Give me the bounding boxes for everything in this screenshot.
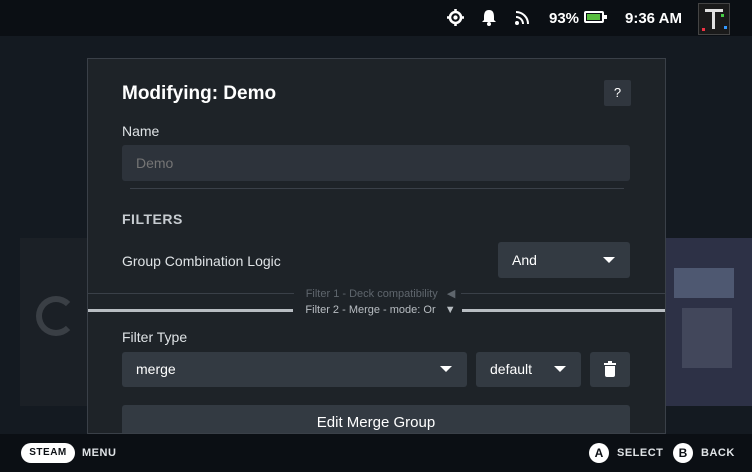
expanded-arrow-icon: ▼ — [444, 304, 456, 316]
group-logic-value: And — [512, 252, 537, 268]
steam-button[interactable]: STEAM — [21, 443, 75, 463]
clock: 9:36 AM — [625, 10, 682, 27]
delete-filter-button[interactable] — [590, 352, 630, 387]
filter-type-label: Filter Type — [122, 329, 188, 345]
menu-label: MENU — [82, 447, 117, 459]
collapsed-arrow-icon: ◀ — [446, 288, 456, 300]
filter-type-dropdown[interactable]: merge — [122, 352, 467, 387]
avatar[interactable] — [698, 3, 730, 35]
chevron-down-icon — [440, 366, 452, 372]
filter-type-value: merge — [136, 361, 176, 377]
group-logic-dropdown[interactable]: And — [498, 242, 630, 278]
background-tile-left — [20, 238, 92, 406]
group-logic-label: Group Combination Logic — [122, 253, 281, 269]
filters-heading: FILTERS — [122, 211, 183, 227]
help-button[interactable]: ? — [604, 80, 631, 106]
footer-bar: STEAM MENU A SELECT B BACK — [0, 434, 752, 472]
modal-title: Modifying: Demo — [122, 83, 277, 104]
divider — [130, 188, 624, 189]
status-bar: 93% 9:36 AM — [0, 0, 752, 36]
name-input[interactable] — [122, 145, 630, 181]
chevron-down-icon — [554, 366, 566, 372]
a-button-icon[interactable]: A — [589, 443, 609, 463]
filter-mode-value: default — [490, 361, 533, 377]
select-label: SELECT — [617, 447, 664, 459]
background-logo — [36, 296, 76, 336]
edit-merge-group-button[interactable]: Edit Merge Group — [122, 405, 630, 433]
bell-icon[interactable] — [482, 9, 496, 27]
filter-mode-dropdown[interactable]: default — [476, 352, 581, 387]
b-button-icon[interactable]: B — [673, 443, 693, 463]
modify-collection-modal: Modifying: Demo ? Name FILTERS Group Com… — [87, 58, 666, 434]
name-label: Name — [122, 123, 160, 139]
background-tile-right — [666, 238, 752, 406]
wifi-icon[interactable] — [515, 9, 531, 27]
gear-icon[interactable] — [447, 9, 464, 27]
chevron-down-icon — [603, 257, 615, 263]
battery-percent: 93% — [549, 10, 580, 27]
back-label: BACK — [701, 447, 735, 459]
filter-tab-2[interactable]: Filter 2 - Merge - mode: Or ▼ — [88, 304, 665, 316]
battery-icon — [584, 11, 607, 23]
filter-tab-1[interactable]: Filter 1 - Deck compatibility ◀ — [88, 287, 665, 300]
